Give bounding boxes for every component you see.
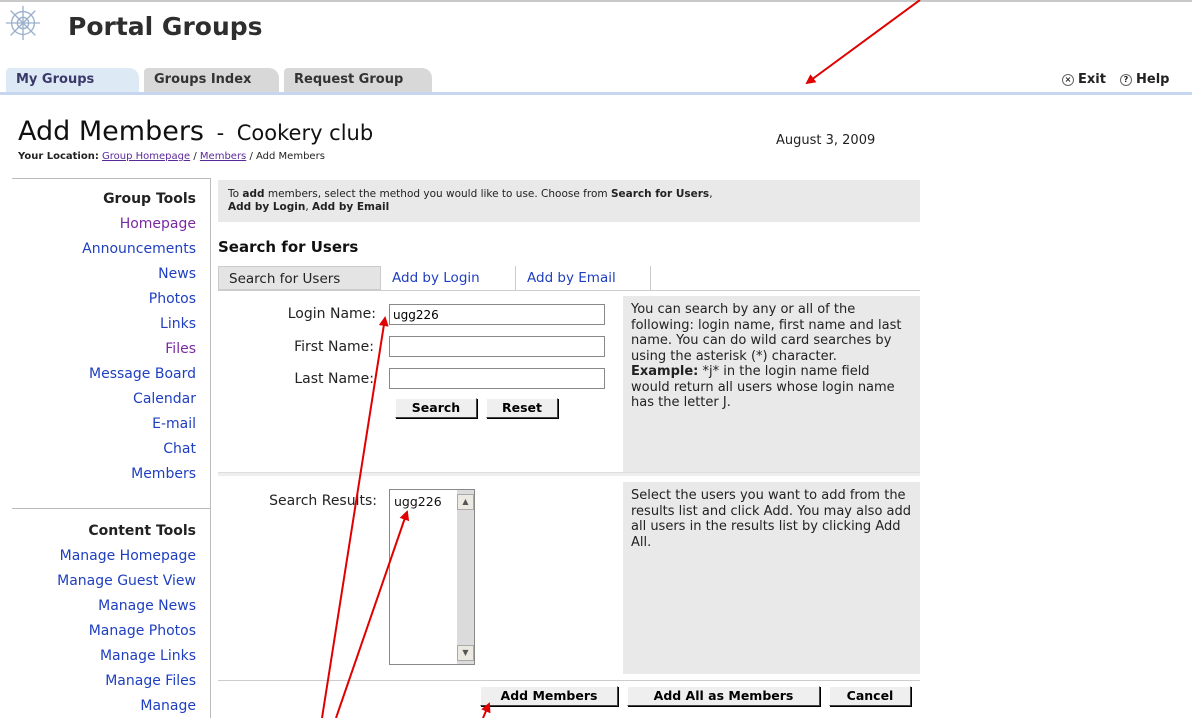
instr-bold: Add by Login (228, 201, 306, 213)
login-name-input[interactable] (389, 304, 605, 325)
sidebar-item-links[interactable]: Links (160, 316, 196, 332)
section-separator (218, 472, 920, 476)
tab-request-group[interactable]: Request Group (284, 68, 432, 92)
help-icon: ? (1120, 74, 1132, 86)
breadcrumb-members[interactable]: Members (200, 151, 246, 162)
search-hint-text: You can search by any or all of the foll… (631, 302, 902, 364)
instr-text: , (709, 188, 713, 200)
sidebar: Group Tools Homepage Announcements News … (12, 178, 210, 719)
sidebar-item-calendar[interactable]: Calendar (133, 391, 196, 407)
current-date: August 3, 2009 (776, 133, 876, 148)
instr-text: , (305, 201, 313, 213)
help-label: Help (1136, 72, 1170, 87)
results-hint-box: Select the users you want to add from th… (623, 482, 920, 674)
content-tools-heading: Content Tools (88, 523, 196, 539)
last-name-input[interactable] (389, 368, 605, 389)
instr-bold: add (242, 188, 265, 200)
search-button[interactable]: Search (395, 398, 477, 418)
sidebar-item-manage-links[interactable]: Manage Links (100, 648, 196, 664)
tab-add-by-login[interactable]: Add by Login (382, 266, 516, 290)
sidebar-item-email[interactable]: E-mail (152, 416, 196, 432)
arrow-to-header (805, 0, 921, 85)
first-name-input[interactable] (389, 336, 605, 357)
search-results-label: Search Results: (269, 493, 377, 509)
last-name-label: Last Name: (294, 371, 374, 387)
sidebar-divider (12, 508, 210, 509)
breadcrumb-label: Your Location: (18, 151, 99, 162)
scroll-down-icon[interactable]: ▼ (457, 645, 474, 661)
actions-separator (218, 680, 920, 681)
cancel-button[interactable]: Cancel (829, 686, 911, 706)
arrow-to-add-members (481, 702, 491, 718)
tab-my-groups[interactable]: My Groups (6, 68, 139, 92)
help-link[interactable]: ? Help (1120, 72, 1169, 87)
results-hint-text: Select the users you want to add from th… (631, 488, 912, 550)
instr-bold: Add by Email (312, 201, 390, 213)
sidebar-item-files[interactable]: Files (165, 341, 196, 357)
instr-text: members, select the method you would lik… (264, 188, 611, 200)
sidebar-border (210, 178, 211, 718)
sidebar-item-news[interactable]: News (158, 266, 196, 282)
list-item[interactable]: ugg226 (394, 494, 442, 509)
portal-logo-icon (5, 5, 41, 41)
exit-icon: × (1062, 74, 1074, 86)
login-name-label: Login Name: (287, 306, 376, 322)
breadcrumb: Your Location: Group Homepage / Members … (18, 151, 325, 162)
instr-bold: Search for Users (610, 188, 710, 200)
sidebar-item-announcements[interactable]: Announcements (82, 241, 196, 257)
tab-add-by-email[interactable]: Add by Email (517, 266, 651, 290)
group-tools-heading: Group Tools (103, 191, 196, 207)
search-hint-box: You can search by any or all of the foll… (623, 296, 920, 472)
sidebar-item-manage-news[interactable]: Manage News (98, 598, 196, 614)
sidebar-item-manage-files[interactable]: Manage Files (105, 673, 196, 689)
add-all-members-button[interactable]: Add All as Members (627, 686, 820, 706)
portal-title: Portal Groups (68, 12, 263, 41)
instr-text: To (228, 188, 243, 200)
breadcrumb-current: Add Members (256, 151, 325, 162)
tab-bar-underline (0, 92, 1192, 95)
sidebar-item-photos[interactable]: Photos (149, 291, 196, 307)
method-tabs-underline (218, 290, 920, 291)
sidebar-item-manage-homepage[interactable]: Manage Homepage (60, 548, 196, 564)
breadcrumb-group-homepage[interactable]: Group Homepage (102, 151, 190, 162)
sidebar-item-homepage[interactable]: Homepage (120, 216, 196, 232)
scroll-up-icon[interactable]: ▲ (457, 494, 474, 510)
exit-link[interactable]: × Exit (1062, 72, 1106, 87)
exit-label: Exit (1078, 72, 1106, 87)
sidebar-item-message-board[interactable]: Message Board (89, 366, 196, 382)
breadcrumb-separator: / (249, 151, 253, 162)
instructions-box: To add members, select the method you wo… (218, 180, 920, 222)
tab-groups-index[interactable]: Groups Index (144, 68, 279, 92)
first-name-label: First Name: (294, 339, 374, 355)
page-title-text: Add Members (18, 116, 204, 147)
sidebar-item-members[interactable]: Members (131, 466, 196, 482)
sidebar-item-chat[interactable]: Chat (163, 441, 196, 457)
results-scrollbar[interactable] (457, 490, 474, 664)
reset-button[interactable]: Reset (486, 398, 558, 418)
tab-search-for-users[interactable]: Search for Users (218, 266, 381, 290)
group-name: Cookery club (236, 121, 374, 145)
sidebar-item-manage-message-board[interactable]: Manage (140, 698, 196, 714)
sidebar-item-manage-photos[interactable]: Manage Photos (89, 623, 196, 639)
section-title: Search for Users (218, 238, 359, 256)
breadcrumb-separator: / (193, 151, 197, 162)
search-hint-example-label: Example: (631, 364, 699, 379)
title-separator: - (216, 121, 225, 145)
top-border (0, 0, 1192, 2)
sidebar-item-manage-guest-view[interactable]: Manage Guest View (57, 573, 196, 589)
page-title: Add Members - Cookery club (18, 116, 373, 147)
add-members-button[interactable]: Add Members (480, 686, 618, 706)
